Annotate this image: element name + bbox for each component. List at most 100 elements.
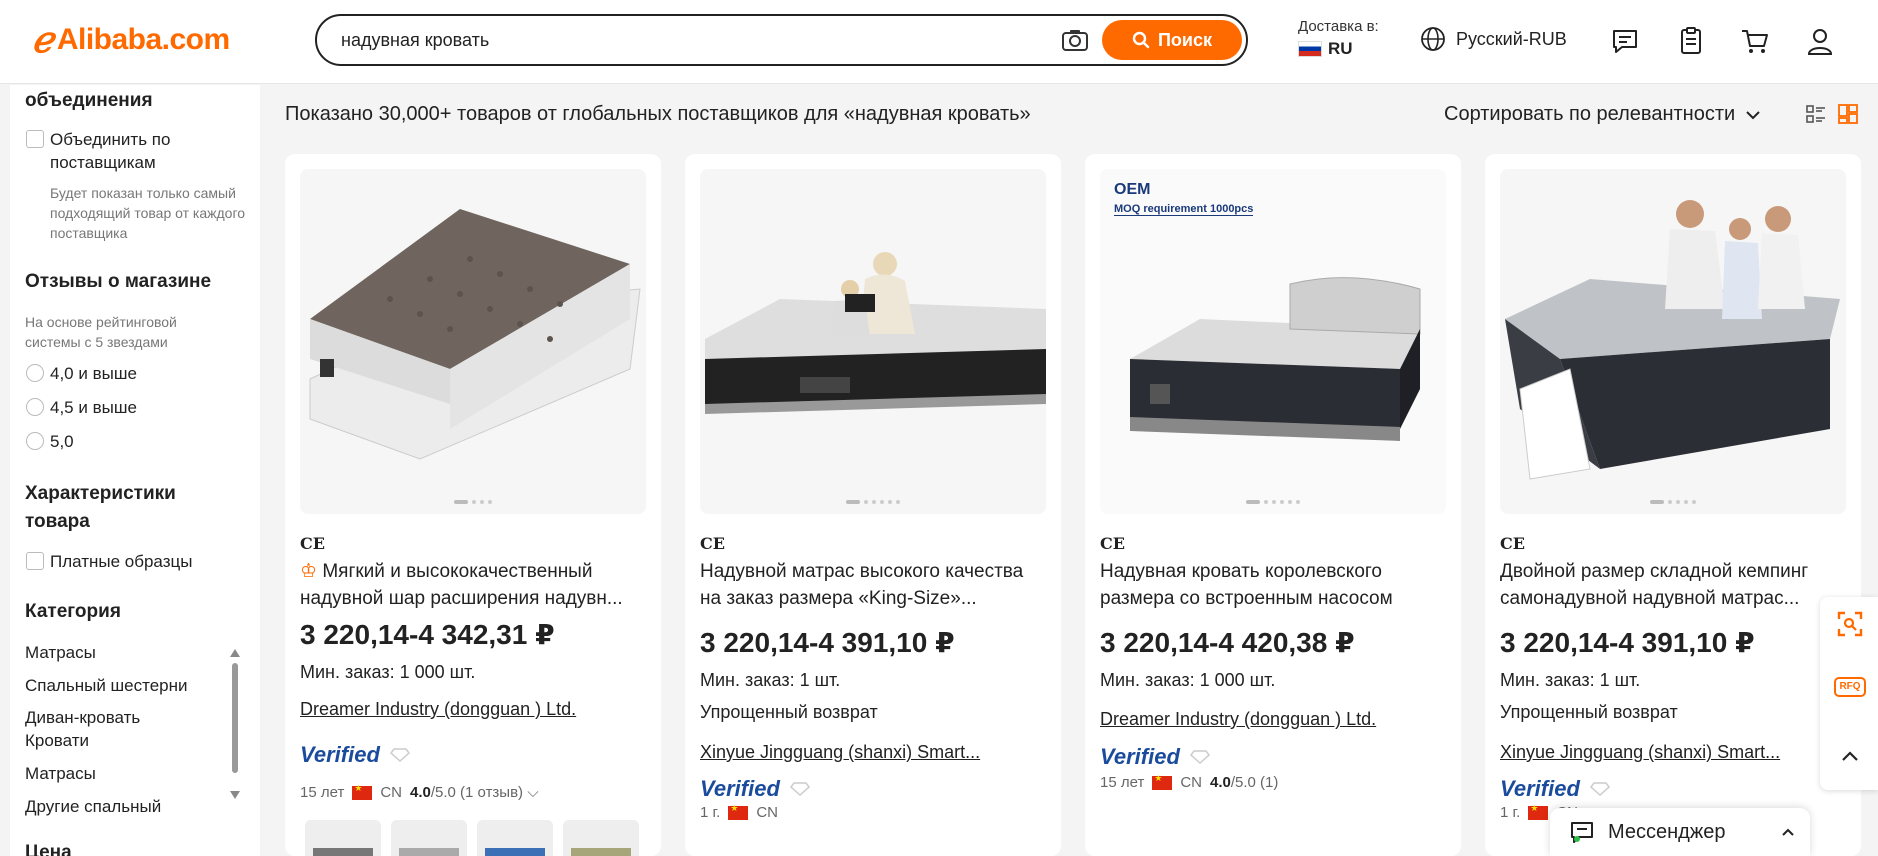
alibaba-logo-icon: ℯ bbox=[32, 19, 53, 61]
variant-thumbnail[interactable] bbox=[305, 820, 381, 856]
language-selector[interactable]: Русский-RUB bbox=[1420, 26, 1567, 52]
image-carousel-dots[interactable] bbox=[700, 500, 1046, 504]
chevron-up-icon[interactable] bbox=[1781, 827, 1795, 837]
back-to-top-icon[interactable] bbox=[1837, 743, 1863, 769]
product-price: 3 220,14-4 342,31 ₽ bbox=[300, 619, 555, 650]
supplier-meta: 15 лет CN 4.0/5.0 (1) bbox=[1100, 773, 1278, 792]
category-item[interactable]: Спальный шестерни bbox=[25, 674, 188, 697]
merge-checkbox[interactable] bbox=[26, 130, 44, 148]
merge-heading: объединения bbox=[25, 90, 153, 111]
image-carousel-dots[interactable] bbox=[1500, 500, 1846, 504]
chevron-down-icon bbox=[1746, 110, 1760, 119]
supplier-link[interactable]: Dreamer Industry (dongguan ) Ltd. bbox=[300, 699, 646, 720]
image-carousel-dots[interactable] bbox=[1100, 500, 1446, 504]
product-image[interactable]: OEM MOQ requirement 1000pcs bbox=[1100, 169, 1446, 514]
verified-badge[interactable]: Verified bbox=[700, 776, 810, 802]
deliver-label: Доставка в: bbox=[1298, 18, 1379, 35]
moq-badge: MOQ requirement 1000pcs bbox=[1114, 203, 1254, 216]
cart-icon[interactable] bbox=[1740, 26, 1770, 56]
rating-label-4-5[interactable]: 4,5 и выше bbox=[50, 396, 137, 419]
rating-radio-5-0[interactable] bbox=[26, 432, 44, 450]
features-heading: Характеристики товара bbox=[25, 483, 176, 532]
messenger-widget[interactable]: Мессенджер bbox=[1550, 808, 1810, 856]
supplier-rating[interactable]: 4.0/5.0 (1 отзыв) ⌵ bbox=[410, 784, 539, 801]
diamond-icon bbox=[789, 782, 810, 796]
china-flag-icon bbox=[352, 783, 373, 800]
product-image[interactable] bbox=[1500, 169, 1846, 514]
rating-radio-4-0[interactable] bbox=[26, 364, 44, 382]
globe-icon bbox=[1421, 27, 1445, 51]
product-title[interactable]: Надувной матрас высокого качества на зак… bbox=[700, 558, 1046, 612]
verified-badge[interactable]: Verified bbox=[1100, 744, 1210, 770]
orders-icon[interactable] bbox=[1676, 26, 1706, 56]
search-button[interactable]: Поиск bbox=[1102, 20, 1242, 60]
variant-thumbnail[interactable] bbox=[563, 820, 639, 856]
category-item[interactable]: Матрасы bbox=[25, 641, 96, 664]
min-order: Мин. заказ: 1 шт. bbox=[1500, 670, 1641, 690]
ce-certification-badge: CE bbox=[300, 534, 325, 553]
paid-samples-checkbox[interactable] bbox=[26, 552, 44, 570]
messenger-icon bbox=[1571, 822, 1593, 843]
deliver-to[interactable]: Доставка в: RU bbox=[1298, 18, 1379, 59]
product-title[interactable]: Двойной размер складной кемпинг самонаду… bbox=[1500, 558, 1846, 612]
verified-badge[interactable]: Verified bbox=[1500, 776, 1610, 802]
grid-view-icon[interactable] bbox=[1838, 104, 1858, 124]
rfq-button[interactable]: RFQ bbox=[1834, 677, 1866, 697]
supplier-meta: 1 г. CN bbox=[700, 803, 778, 822]
queen-air-bed-image bbox=[1100, 169, 1446, 514]
product-card[interactable]: CE Двойной размер складной кемпинг самон… bbox=[1485, 154, 1861, 856]
diamond-icon bbox=[389, 748, 410, 762]
results-title: Показано 30,000+ товаров от глобальных п… bbox=[285, 103, 1031, 125]
supplier-link[interactable]: Xinyue Jingguang (shanxi) Smart... bbox=[700, 742, 1046, 763]
product-title[interactable]: Надувная кровать королевского размера со… bbox=[1100, 558, 1446, 612]
deliver-country: RU bbox=[1328, 39, 1353, 58]
image-carousel-dots[interactable] bbox=[300, 500, 646, 504]
sort-label: Сортировать по релевантности bbox=[1444, 103, 1736, 125]
category-item[interactable]: Другие спальный bbox=[25, 795, 161, 818]
rating-label-4-0[interactable]: 4,0 и выше bbox=[50, 362, 137, 385]
rating-radio-4-5[interactable] bbox=[26, 398, 44, 416]
product-price: 3 220,14-4 420,38 ₽ bbox=[1100, 627, 1355, 658]
floating-tools-panel: RFQ bbox=[1820, 597, 1878, 790]
oem-badge: OEM bbox=[1114, 181, 1151, 198]
product-card[interactable]: OEM MOQ requirement 1000pcs CE Надувная … bbox=[1085, 154, 1461, 856]
double-air-mattress-image bbox=[1500, 169, 1846, 514]
rating-label-5-0[interactable]: 5,0 bbox=[50, 430, 74, 453]
verified-badge[interactable]: Verified bbox=[300, 742, 410, 768]
supplier-rating[interactable]: 4.0/5.0 (1) bbox=[1210, 774, 1278, 791]
air-mattress-image bbox=[300, 169, 646, 514]
top-header: ℯ Alibaba.com Поиск Доставка в: RU bbox=[0, 0, 1878, 84]
account-icon[interactable] bbox=[1805, 26, 1835, 56]
search-input[interactable] bbox=[341, 28, 1041, 52]
product-image[interactable] bbox=[300, 169, 646, 514]
product-image[interactable] bbox=[700, 169, 1046, 514]
product-card[interactable]: CE Надувной матрас высокого качества на … bbox=[685, 154, 1061, 856]
product-card[interactable]: CE ♔ Мягкий и высококачественный надувно… bbox=[285, 154, 661, 856]
supplier-link[interactable]: Xinyue Jingguang (shanxi) Smart... bbox=[1500, 742, 1846, 763]
sort-dropdown[interactable]: Сортировать по релевантности bbox=[1444, 103, 1761, 126]
list-view-icon[interactable] bbox=[1806, 104, 1826, 124]
china-flag-icon bbox=[1152, 773, 1173, 790]
merge-option-label[interactable]: Объединить по поставщикам bbox=[50, 128, 240, 174]
paid-samples-label[interactable]: Платные образцы bbox=[50, 550, 192, 573]
diamond-icon bbox=[1189, 750, 1210, 764]
category-item[interactable]: Диван-кровать Кровати bbox=[25, 706, 205, 752]
messages-icon[interactable] bbox=[1610, 26, 1640, 56]
easy-return: Упрощенный возврат bbox=[700, 702, 878, 722]
camera-icon[interactable] bbox=[1061, 28, 1089, 52]
product-title[interactable]: ♔ Мягкий и высококачественный надувной ш… bbox=[300, 558, 646, 612]
alibaba-logo[interactable]: ℯ Alibaba.com bbox=[32, 22, 230, 58]
king-air-mattress-image bbox=[700, 169, 1046, 514]
variant-thumbnails bbox=[305, 820, 639, 856]
variant-thumbnail[interactable] bbox=[477, 820, 553, 856]
language-label: Русский-RUB bbox=[1456, 28, 1567, 49]
category-scroll-thumb[interactable] bbox=[232, 663, 238, 773]
supplier-link[interactable]: Dreamer Industry (dongguan ) Ltd. bbox=[1100, 709, 1446, 730]
category-heading: Категория bbox=[25, 601, 121, 622]
search-bar: Поиск bbox=[315, 14, 1248, 66]
china-flag-icon bbox=[728, 803, 749, 820]
easy-return: Упрощенный возврат bbox=[1500, 702, 1678, 722]
variant-thumbnail[interactable] bbox=[391, 820, 467, 856]
category-item[interactable]: Матрасы bbox=[25, 762, 96, 785]
image-search-icon[interactable] bbox=[1837, 611, 1863, 637]
